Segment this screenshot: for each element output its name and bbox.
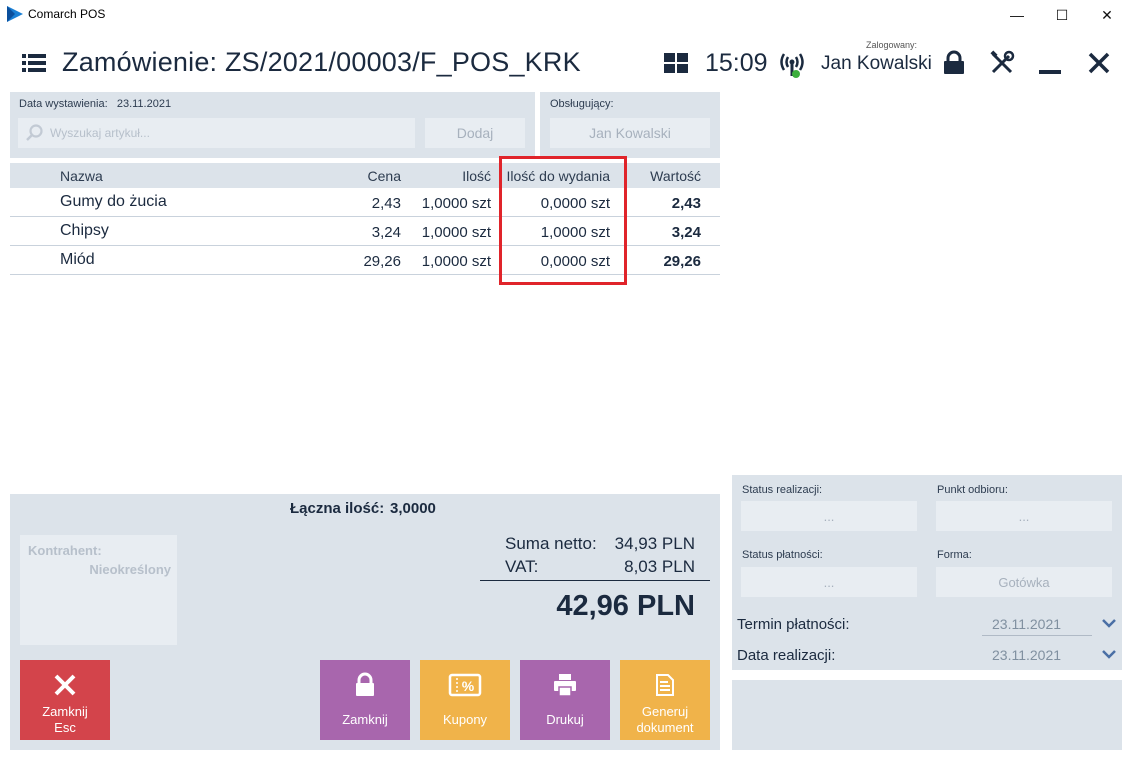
generate-button-label-line2: dokument xyxy=(636,720,694,735)
payment-term-underline xyxy=(982,635,1092,636)
chevron-down-icon[interactable] xyxy=(1102,618,1116,628)
close-icon xyxy=(54,674,76,696)
article-search-box[interactable] xyxy=(18,118,415,148)
served-by-panel: Obsługujący: Jan Kowalski xyxy=(540,92,720,158)
total-quantity-bar: Łączna ilość: 3,0000 xyxy=(10,494,720,522)
realization-date-label: Data realizacji: xyxy=(737,647,836,664)
page-title: Zamówienie: ZS/2021/00003/F_POS_KRK xyxy=(62,47,581,77)
lock-icon[interactable] xyxy=(941,50,967,76)
item-quantity: 1,0000 szt xyxy=(421,253,491,270)
lock-order-button[interactable]: Zamknij xyxy=(320,660,410,740)
coupons-button-label: Kupony xyxy=(442,712,488,727)
close-esc-button[interactable]: Zamknij Esc xyxy=(20,660,110,740)
column-header-quantity: Ilość xyxy=(462,168,491,184)
status-realization-label: Status realizacji: xyxy=(742,484,823,496)
served-by-field[interactable]: Jan Kowalski xyxy=(550,118,710,148)
close-app-icon[interactable] xyxy=(1086,50,1112,76)
tools-icon[interactable] xyxy=(989,50,1015,76)
item-quantity: 1,0000 szt xyxy=(421,224,491,241)
realization-date-value[interactable]: 23.11.2021 xyxy=(992,647,1061,663)
highlight-annotation-box xyxy=(499,156,627,285)
item-quantity: 1,0000 szt xyxy=(421,195,491,212)
vat-label: VAT: xyxy=(505,557,539,576)
pickup-point-field[interactable]: ... xyxy=(936,501,1112,531)
logged-user-name: Jan Kowalski xyxy=(821,53,932,74)
generate-document-button[interactable]: Generuj dokument xyxy=(620,660,710,740)
add-article-button[interactable]: Dodaj xyxy=(425,118,525,148)
item-name: Chipsy xyxy=(60,222,109,239)
status-realization-field[interactable]: ... xyxy=(741,501,917,531)
contractor-box[interactable]: Kontrahent: Nieokreślony xyxy=(20,535,177,645)
contractor-label: Kontrahent: xyxy=(28,543,102,558)
window-title: Comarch POS xyxy=(28,7,106,21)
column-header-price: Cena xyxy=(367,168,401,184)
item-name: Gumy do żucia xyxy=(60,193,167,210)
app-header: Zamówienie: ZS/2021/00003/F_POS_KRK 15:0… xyxy=(0,30,1131,90)
payment-status-label: Status płatności: xyxy=(742,549,823,561)
item-value: 3,24 xyxy=(671,224,701,241)
coupons-button[interactable]: % Kupony xyxy=(420,660,510,740)
summary-area: Kontrahent: Nieokreślony Suma netto: 34,… xyxy=(10,522,720,750)
column-header-name: Nazwa xyxy=(60,168,103,184)
item-price: 29,26 xyxy=(363,253,401,270)
payment-form-field[interactable]: Gotówka xyxy=(936,567,1112,597)
connection-status-icon xyxy=(780,53,804,78)
net-sum-label: Suma netto: xyxy=(505,534,597,553)
chevron-down-icon[interactable] xyxy=(1102,649,1116,659)
search-icon xyxy=(26,124,43,141)
lock-icon xyxy=(356,672,374,696)
payment-status-field[interactable]: ... xyxy=(741,567,917,597)
window-titlebar: Comarch POS — ☐ ✕ xyxy=(0,0,1131,30)
pickup-point-label: Punkt odbioru: xyxy=(937,484,1008,496)
item-value: 29,26 xyxy=(663,253,701,270)
payment-term-label: Termin płatności: xyxy=(737,616,850,633)
print-button[interactable]: Drukuj xyxy=(520,660,610,740)
coupon-percent-icon: % xyxy=(448,673,482,697)
issue-date: Data wystawienia: 23.11.2021 xyxy=(19,98,172,110)
svg-text:%: % xyxy=(462,678,475,694)
item-price: 2,43 xyxy=(371,195,401,212)
right-bottom-panel xyxy=(732,680,1122,750)
print-button-label: Drukuj xyxy=(546,712,584,727)
clock: 15:09 xyxy=(705,49,768,77)
payment-form-label: Forma: xyxy=(937,549,972,561)
window-minimize-button[interactable]: — xyxy=(994,2,1040,28)
totals-divider xyxy=(480,580,710,581)
window-maximize-button[interactable]: ☐ xyxy=(1039,2,1085,28)
generate-button-label-line1: Generuj xyxy=(641,704,689,719)
logged-in-label: Zalogowany: xyxy=(866,40,918,50)
generate-document-icon xyxy=(656,674,674,696)
order-info-panel: Data wystawienia: 23.11.2021 Dodaj xyxy=(10,92,535,158)
vat-value: 8,03 PLN xyxy=(624,557,695,576)
contractor-value: Nieokreślony xyxy=(89,562,171,577)
article-search-input[interactable] xyxy=(50,124,400,142)
payment-term-value[interactable]: 23.11.2021 xyxy=(992,616,1061,632)
tiles-grid-icon[interactable] xyxy=(664,53,688,73)
close-button-shortcut: Esc xyxy=(54,720,76,735)
window-close-button[interactable]: ✕ xyxy=(1084,2,1130,28)
column-header-value: Wartość xyxy=(650,168,701,184)
net-sum-value: 34,93 PLN xyxy=(614,534,695,553)
realization-details-panel: Status realizacji: ... Punkt odbioru: ..… xyxy=(732,475,1122,670)
close-button-label: Zamknij xyxy=(42,704,88,719)
lock-button-label: Zamknij xyxy=(342,712,388,727)
total-quantity-value: 3,0000 xyxy=(390,500,436,517)
total-quantity-label: Łączna ilość: xyxy=(290,500,385,517)
minimize-app-icon[interactable] xyxy=(1037,50,1063,76)
comarch-logo-icon xyxy=(7,6,23,22)
item-name: Miód xyxy=(60,251,95,268)
served-by-label: Obsługujący: xyxy=(550,98,614,110)
item-value: 2,43 xyxy=(671,195,701,212)
item-price: 3,24 xyxy=(371,224,401,241)
menu-list-icon[interactable] xyxy=(22,53,46,73)
grand-total: 42,96 PLN xyxy=(556,590,695,622)
printer-icon xyxy=(554,674,576,697)
